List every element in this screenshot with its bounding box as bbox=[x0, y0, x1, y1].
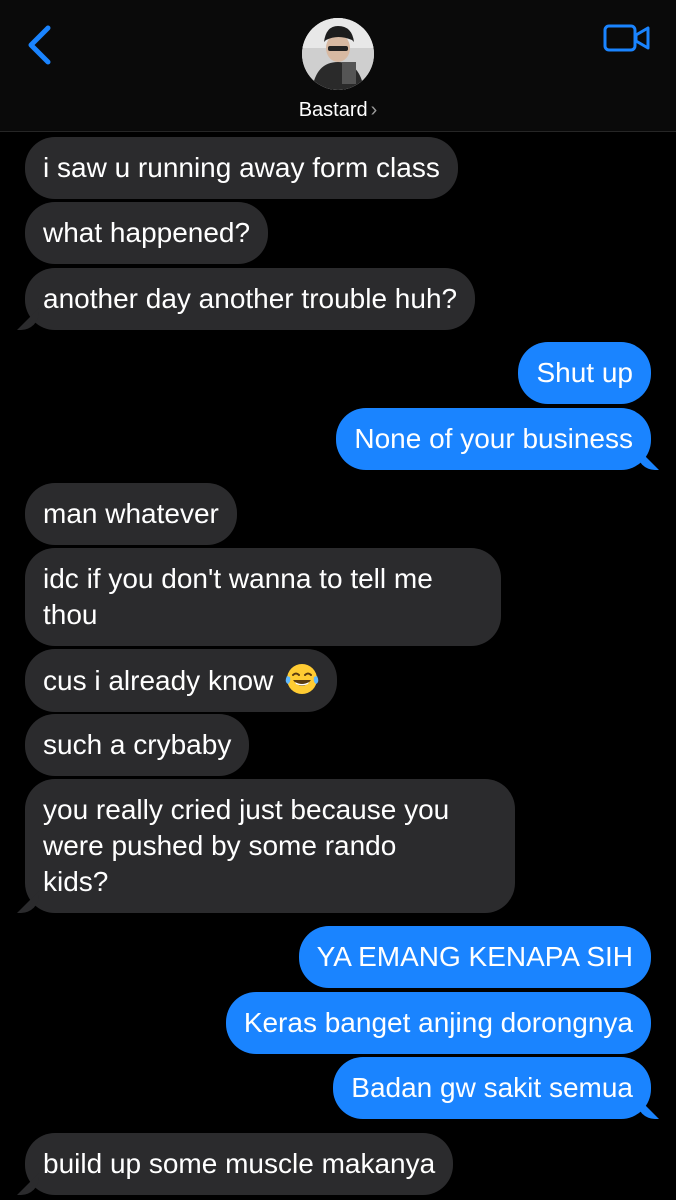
message-text: build up some muscle makanya bbox=[43, 1148, 436, 1179]
contact-photo bbox=[302, 18, 374, 90]
message-text-line: were pushed by some rando bbox=[43, 830, 397, 861]
facetime-button[interactable] bbox=[602, 22, 652, 56]
message-bubble-incoming[interactable]: another day another trouble huh? bbox=[25, 268, 476, 330]
message-bubble-incoming[interactable]: build up some muscle makanya bbox=[25, 1133, 454, 1195]
message-text: man whatever bbox=[43, 498, 219, 529]
contact-name: Bastard bbox=[298, 99, 368, 121]
message-text: what happened? bbox=[43, 217, 251, 248]
message-text: cus i already know bbox=[43, 665, 274, 696]
chevron-right-icon: › bbox=[370, 99, 378, 121]
message-text: i saw u running away form class bbox=[43, 152, 440, 183]
message-text: another day another trouble huh? bbox=[43, 283, 458, 314]
message-bubble-incoming[interactable]: you really cried just because you were p… bbox=[25, 779, 515, 913]
message-bubble-incoming[interactable]: what happened? bbox=[25, 202, 269, 264]
message-text-line: kids? bbox=[43, 866, 109, 897]
message-bubble-incoming[interactable]: such a crybaby bbox=[25, 714, 250, 776]
contact-name-button[interactable]: Bastard › bbox=[0, 99, 676, 122]
message-text: None of your business bbox=[354, 423, 633, 454]
avatar[interactable] bbox=[302, 18, 374, 90]
face-with-tears-of-joy-icon bbox=[285, 664, 319, 694]
video-camera-icon bbox=[603, 24, 650, 52]
message-bubble-incoming[interactable]: i saw u running away form class bbox=[25, 137, 458, 199]
message-bubble-outgoing[interactable]: None of your business bbox=[336, 408, 651, 470]
chevron-left-icon bbox=[28, 25, 51, 65]
message-bubble-incoming[interactable]: idc if you don't wanna to tell me thou bbox=[25, 548, 501, 646]
message-bubble-outgoing[interactable]: YA EMANG KENAPA SIH bbox=[298, 926, 651, 988]
conversation-header: Bastard › bbox=[0, 0, 676, 132]
message-bubble-outgoing[interactable]: Badan gw sakit semua bbox=[333, 1057, 651, 1119]
message-bubble-outgoing[interactable]: Keras banget anjing dorongnya bbox=[225, 992, 651, 1054]
message-text: Keras banget anjing dorongnya bbox=[243, 1007, 633, 1038]
message-text: such a crybaby bbox=[43, 729, 232, 760]
message-text-line: idc if you don't wanna to tell me bbox=[43, 563, 433, 594]
message-text: Shut up bbox=[536, 357, 633, 388]
message-text: Badan gw sakit semua bbox=[351, 1072, 633, 1103]
message-text: YA EMANG KENAPA SIH bbox=[316, 941, 633, 972]
message-text-line: you really cried just because you bbox=[43, 794, 450, 825]
message-bubble-outgoing[interactable]: Shut up bbox=[518, 342, 651, 404]
message-bubble-incoming[interactable]: cus i already know bbox=[25, 649, 338, 712]
message-text-line: thou bbox=[43, 599, 98, 630]
back-button[interactable] bbox=[20, 22, 64, 70]
message-bubble-incoming[interactable]: man whatever bbox=[25, 483, 237, 545]
